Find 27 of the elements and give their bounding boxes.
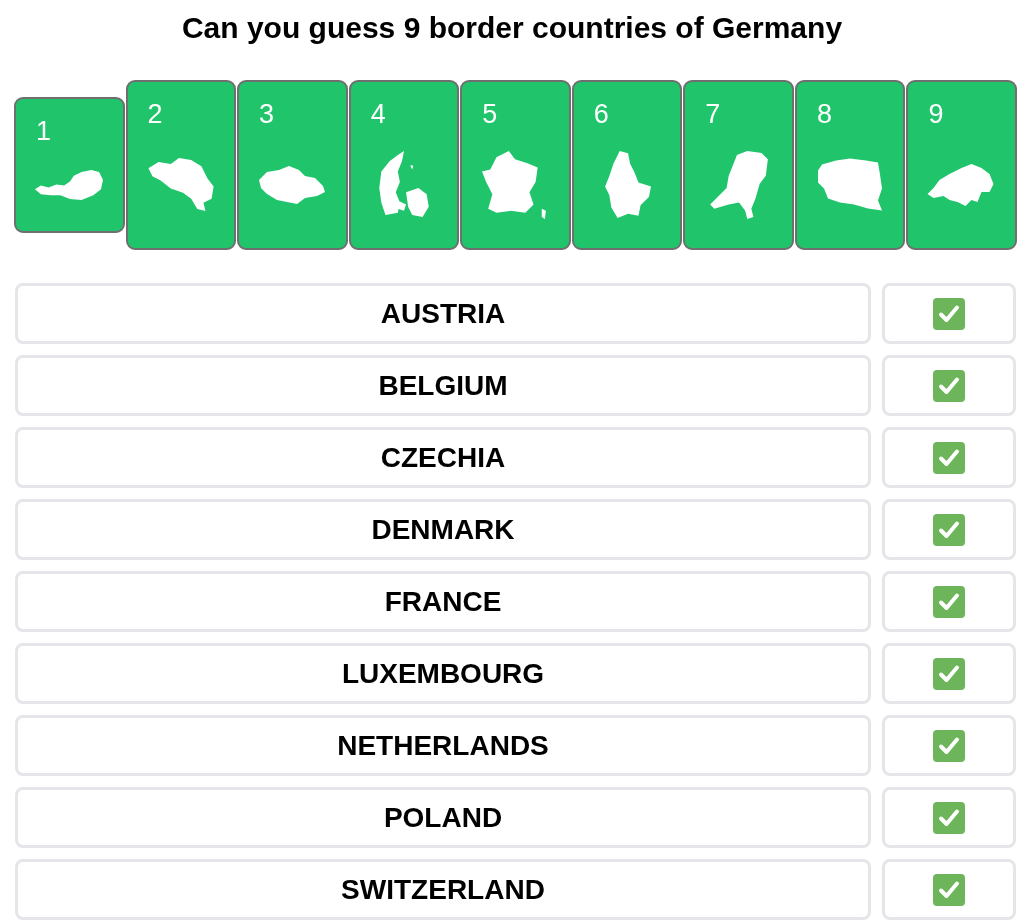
card-number: 3: [259, 99, 275, 129]
country-silhouette-icon: [35, 168, 104, 201]
answer-field[interactable]: POLAND: [15, 787, 871, 848]
card-number: 2: [147, 99, 163, 129]
card-number: 4: [370, 99, 386, 129]
answer-field[interactable]: AUSTRIA: [15, 283, 871, 344]
country-silhouette-icon: [146, 158, 215, 211]
answer-field[interactable]: LUXEMBOURG: [15, 643, 871, 704]
country-silhouette-icon: [259, 165, 326, 204]
country-silhouette-icon: [376, 150, 431, 219]
answer-field[interactable]: SWITZERLAND: [15, 859, 871, 920]
answer-field[interactable]: NETHERLANDS: [15, 715, 871, 776]
answer-field[interactable]: CZECHIA: [15, 427, 871, 488]
country-silhouette-icon: [709, 150, 768, 219]
card-number: 6: [593, 99, 609, 129]
card-number: 7: [705, 99, 721, 129]
answer-field[interactable]: FRANCE: [15, 571, 871, 632]
card-number: 9: [928, 99, 944, 129]
country-silhouette-icon: [482, 150, 549, 219]
card-number: 5: [482, 99, 498, 129]
card-number: 8: [816, 99, 832, 129]
card-number: 1: [36, 116, 52, 146]
country-silhouette-icon: [603, 151, 652, 218]
country-silhouette-icon: [816, 158, 885, 211]
page-title: Can you guess 9 border countries of Germany: [181, 10, 843, 46]
answer-field[interactable]: DENMARK: [15, 499, 871, 560]
answer-field[interactable]: BELGIUM: [15, 355, 871, 416]
